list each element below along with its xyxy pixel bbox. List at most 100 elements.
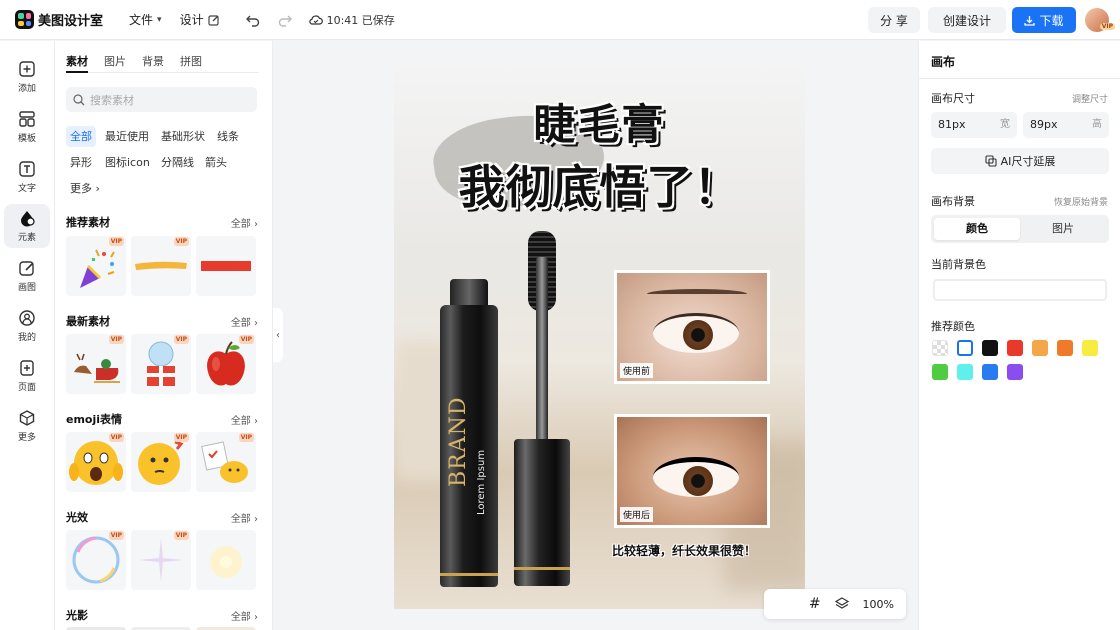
current-bg-label: 当前背景色 — [931, 258, 986, 271]
swatch-blue[interactable] — [982, 364, 998, 380]
rail-item-add[interactable]: 添加 — [4, 55, 50, 99]
chip-icons[interactable]: 图标icon — [101, 152, 154, 173]
swatch-red[interactable] — [1007, 340, 1023, 356]
swatch-orange[interactable] — [1057, 340, 1073, 356]
ai-extend-label: AI尺寸延展 — [1000, 155, 1056, 168]
chip-dividers[interactable]: 分隔线 — [157, 152, 198, 173]
asset-tile-yellow-stroke[interactable]: VIP — [131, 236, 191, 296]
chip-lines[interactable]: 线条 — [213, 126, 243, 147]
rail-label-add: 添加 — [17, 84, 36, 94]
canvas-size-label: 画布尺寸 — [931, 92, 975, 105]
design-canvas[interactable]: 睫毛膏 我彻底悟了！ BRAND Lorem Ipsum 使用前 使用后 比较轻… — [394, 61, 805, 609]
asset-tile-red-bar[interactable] — [196, 236, 256, 296]
section-all-recommended[interactable]: 全部 › — [231, 215, 258, 230]
chip-all[interactable]: 全部 — [66, 126, 96, 147]
ai-resize-icon — [985, 155, 997, 167]
section-title-latest: 最新素材 — [66, 315, 110, 328]
mascara-wand-cap[interactable] — [514, 439, 570, 586]
tab-collage[interactable]: 拼图 — [180, 53, 202, 69]
vip-badge: VIP — [173, 531, 189, 540]
user-icon — [19, 310, 35, 326]
rail-item-mine[interactable]: 我的 — [4, 304, 50, 348]
before-photo[interactable]: 使用前 — [614, 270, 770, 384]
asset-tile-checklist-chick[interactable]: VIP — [196, 432, 256, 492]
assets-tabs: 素材 图片 背景 拼图 — [66, 53, 202, 69]
vip-badge: VIP — [108, 433, 124, 442]
vip-badge: VIP — [108, 335, 124, 344]
undo-icon[interactable] — [245, 13, 260, 27]
swatch-cyan[interactable] — [957, 364, 973, 380]
zoom-level[interactable]: 100% — [863, 598, 894, 611]
swatch-green[interactable] — [932, 364, 948, 380]
section-title-light-shadow: 光影 — [66, 609, 88, 622]
search-input[interactable]: 搜索素材 — [66, 87, 257, 112]
layers-icon[interactable] — [834, 597, 849, 611]
restore-bg-link[interactable]: 恢复原始背景 — [1054, 195, 1108, 208]
swatch-transparent[interactable] — [932, 340, 948, 356]
design-menu[interactable]: 设计 — [180, 11, 220, 28]
seg-image[interactable]: 图片 — [1020, 218, 1106, 240]
swatch-black[interactable] — [982, 340, 998, 356]
collapse-panel-button[interactable]: ‹ — [273, 308, 283, 362]
rail-item-more[interactable]: 更多 — [4, 404, 50, 448]
swatch-white[interactable] — [957, 340, 973, 356]
height-field[interactable]: 89px 高 — [1023, 112, 1109, 138]
after-photo[interactable]: 使用后 — [614, 414, 770, 528]
tab-backgrounds[interactable]: 背景 — [142, 53, 164, 69]
current-bg-color-field[interactable] — [933, 279, 1107, 301]
rail-label-more: 更多 — [17, 433, 36, 443]
create-design-button[interactable]: 创建设计 — [928, 7, 1006, 33]
tab-images[interactable]: 图片 — [104, 53, 126, 69]
redo-icon[interactable] — [278, 13, 292, 27]
design-menu-label: 设计 — [179, 13, 204, 27]
rail-item-draw[interactable]: 画图 — [4, 254, 50, 298]
poster-headline-1[interactable]: 睫毛膏 — [394, 91, 805, 152]
asset-tile-apple[interactable]: VIP — [196, 334, 256, 394]
asset-tile-scared-emoji[interactable]: VIP — [66, 432, 126, 492]
chip-recent[interactable]: 最近使用 — [101, 126, 153, 147]
asset-tile-glow[interactable] — [196, 530, 256, 590]
gold-band — [514, 567, 570, 570]
tab-materials[interactable]: 素材 — [66, 53, 88, 69]
width-field[interactable]: 81px 宽 — [931, 112, 1017, 138]
rail-item-template[interactable]: 模板 — [4, 105, 50, 149]
left-rail: 添加 模板 文字 元素 画图 我的 页面 更多 — [0, 41, 55, 630]
app-logo[interactable]: 美图设计室 — [15, 10, 103, 29]
chip-basic-shapes[interactable]: 基础形状 — [157, 126, 209, 147]
grid-icon[interactable]: # — [809, 596, 821, 612]
mascara-wand — [536, 257, 548, 447]
adjust-size-link[interactable]: 调整尺寸 — [1072, 92, 1108, 105]
template-grid-icon — [19, 111, 35, 127]
section-all-latest[interactable]: 全部 › — [231, 314, 258, 329]
poster-caption[interactable]: 比较轻薄，纤长效果很赞！ — [612, 542, 772, 559]
poster-headline-2[interactable]: 我彻底悟了！ — [394, 151, 805, 217]
asset-tile-sparkle[interactable]: VIP — [131, 530, 191, 590]
download-button[interactable]: 下载 — [1012, 7, 1076, 33]
asset-tile-bubble[interactable]: VIP — [66, 530, 126, 590]
asset-tile-reindeer-sleigh[interactable]: VIP — [66, 334, 126, 394]
asset-tile-gift-globe[interactable]: VIP — [131, 334, 191, 394]
swatch-light-orange[interactable] — [1032, 340, 1048, 356]
rail-item-page[interactable]: 页面 — [4, 354, 50, 398]
ai-extend-button[interactable]: AI尺寸延展 — [931, 148, 1109, 174]
share-button[interactable]: 分 享 — [868, 7, 920, 33]
avatar[interactable]: VIP — [1085, 8, 1115, 32]
rail-item-text[interactable]: 文字 — [4, 155, 50, 199]
height-unit: 高 — [1092, 119, 1102, 130]
width-unit: 宽 — [1000, 119, 1010, 130]
asset-tile-thinking-emoji[interactable]: VIP — [131, 432, 191, 492]
swatch-purple[interactable] — [1007, 364, 1023, 380]
canvas-bg-label: 画布背景 — [931, 195, 975, 208]
swatch-yellow[interactable] — [1082, 340, 1098, 356]
file-menu[interactable]: 文件 ▾ — [129, 11, 162, 28]
asset-tile-party-popper[interactable]: VIP — [66, 236, 126, 296]
chip-more[interactable]: 更多 › — [66, 178, 104, 199]
rail-item-element[interactable]: 元素 — [4, 204, 50, 248]
section-all-light-effects[interactable]: 全部 › — [231, 510, 258, 525]
chip-arrows[interactable]: 箭头 — [201, 152, 231, 173]
section-all-light-shadow[interactable]: 全部 › — [231, 608, 258, 623]
seg-color[interactable]: 颜色 — [934, 218, 1020, 240]
section-all-emoji[interactable]: 全部 › — [231, 412, 258, 427]
download-icon — [1024, 15, 1036, 26]
chip-irregular[interactable]: 异形 — [66, 152, 96, 173]
